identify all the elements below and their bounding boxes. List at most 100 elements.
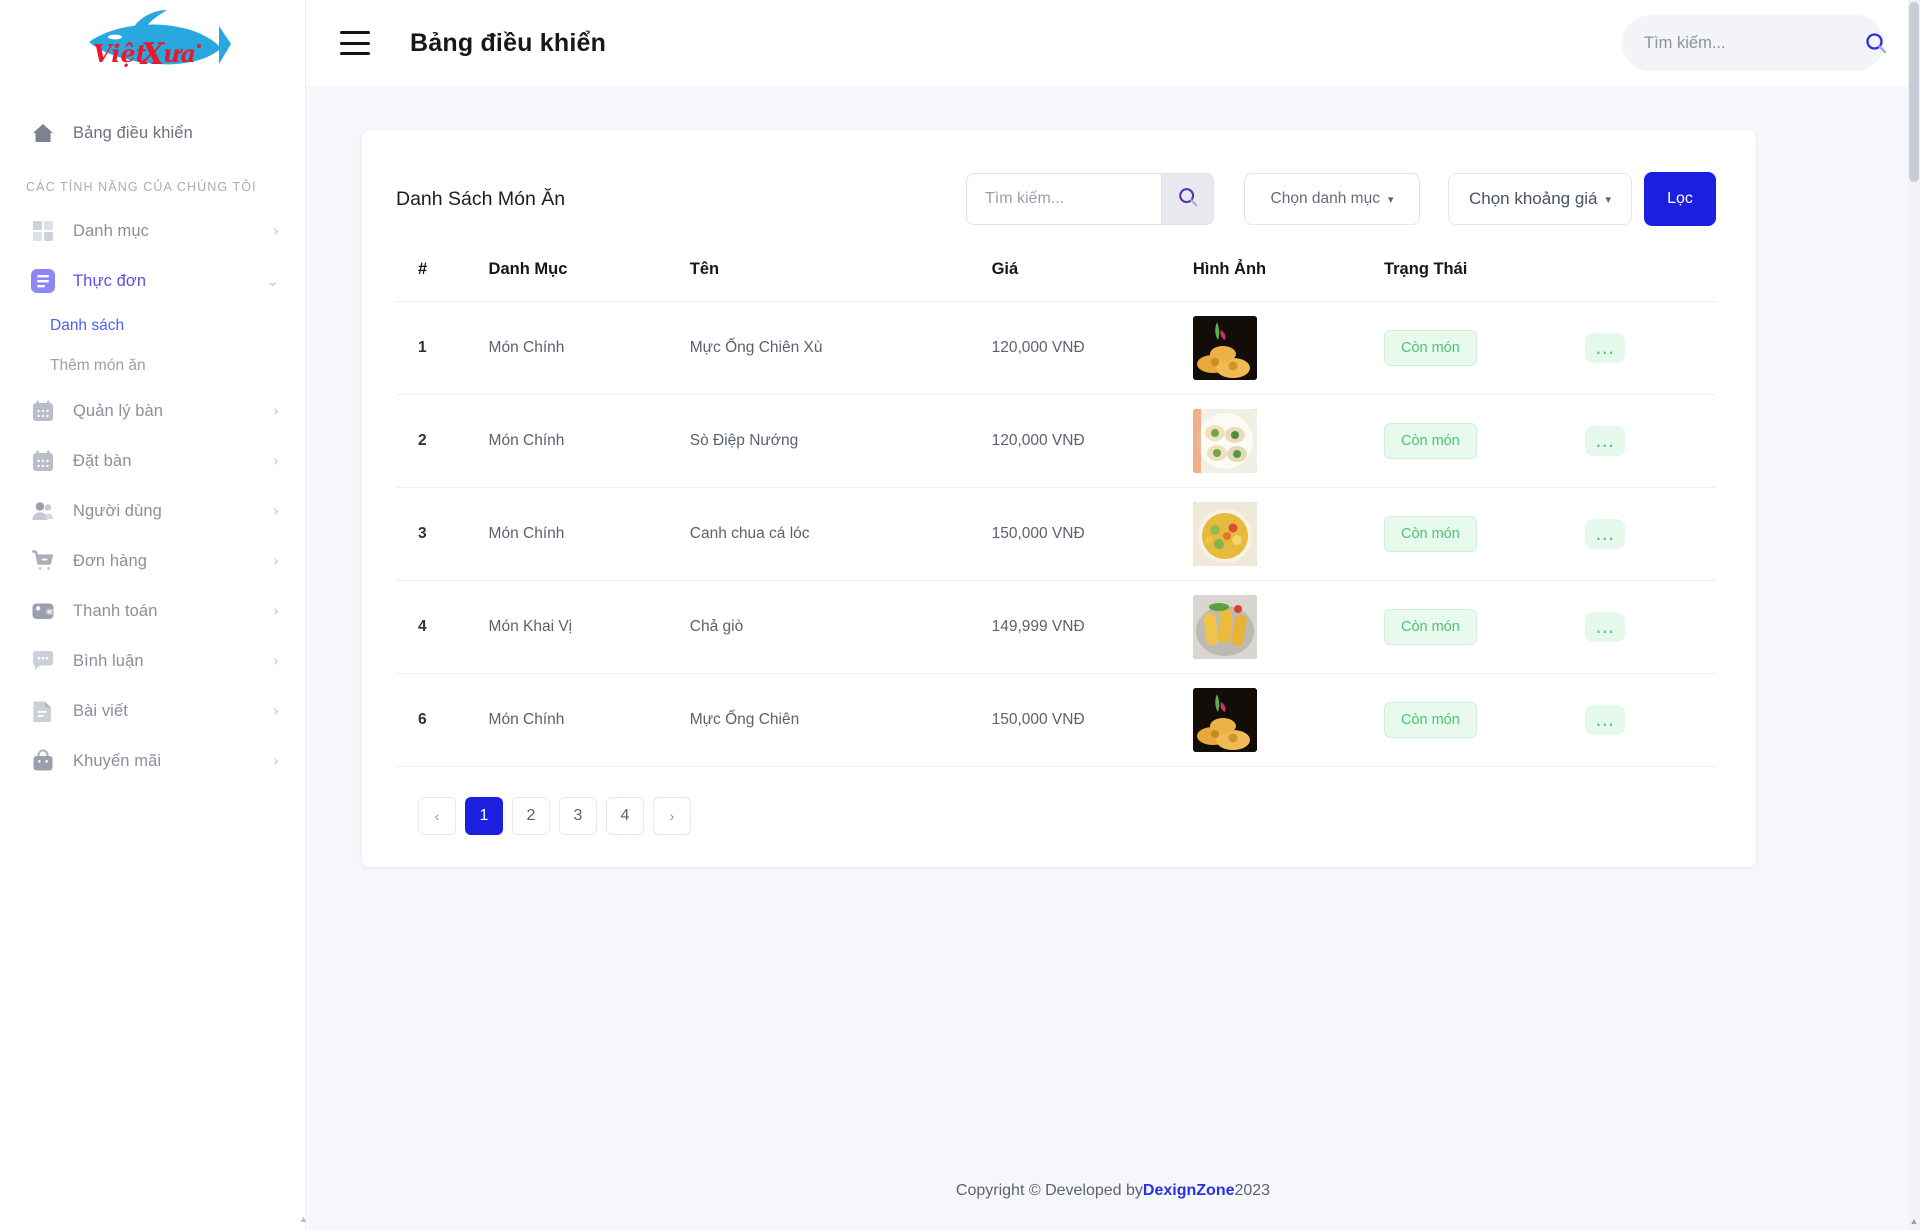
dish-thumbnail[interactable] xyxy=(1192,409,1257,473)
cell-status: Còn món xyxy=(1383,394,1586,488)
chevron-right-icon: › xyxy=(273,401,279,420)
status-badge: Còn món xyxy=(1383,330,1477,366)
users-icon xyxy=(30,498,56,524)
pagination-page-2[interactable]: 2 xyxy=(512,797,550,835)
col-header-image: Hình Ảnh xyxy=(1192,250,1384,302)
sidebar: Việt X ưa Bảng điều khiển CÁC TÍNH NĂNG … xyxy=(0,0,309,1230)
cell-index: 2 xyxy=(396,394,489,488)
col-header-actions xyxy=(1585,250,1716,302)
content-area: Danh Sách Món Ăn Tìm kiếm... Chọn danh m… xyxy=(306,86,1920,1230)
sidebar-item-bai-viet[interactable]: Bài viết › xyxy=(0,686,305,736)
scrollbar-thumb[interactable] xyxy=(1909,2,1919,182)
home-icon xyxy=(30,120,56,146)
dish-thumbnail[interactable] xyxy=(1192,316,1257,380)
sidebar-item-thanh-toan[interactable]: Thanh toán › xyxy=(0,586,305,636)
chevron-right-icon: › xyxy=(273,651,279,670)
dish-thumbnail[interactable] xyxy=(1192,595,1257,659)
table-wrap: # Danh Mục Tên Giá Hình Ảnh Trạng Thái 1… xyxy=(362,250,1756,841)
app-root: Việt X ưa Bảng điều khiển CÁC TÍNH NĂNG … xyxy=(0,0,1920,1230)
table-row[interactable]: 3 Món Chính Canh chua cá lóc 150,000 VNĐ xyxy=(396,487,1716,581)
header-search[interactable] xyxy=(1622,15,1887,71)
sidebar-item-label: Bài viết xyxy=(73,701,128,720)
chevron-right-icon: › xyxy=(273,451,279,470)
col-header-status: Trạng Thái xyxy=(1383,250,1586,302)
cell-name: Sò Điệp Nướng xyxy=(689,394,992,488)
sidebar-item-nguoi-dung[interactable]: Người dùng › xyxy=(0,486,305,536)
page-scrollbar[interactable]: ▲ xyxy=(1908,0,1920,1230)
footer-prefix: Copyright © Developed by xyxy=(955,1182,1143,1199)
sidebar-item-label: Đặt bàn xyxy=(73,451,132,470)
table-row[interactable]: 6 Món Chính Mực Ống Chiên 150,000 VNĐ Cò… xyxy=(396,673,1716,767)
scrollbar-down-arrow[interactable]: ▲ xyxy=(1909,1216,1919,1226)
table-row[interactable]: 1 Món Chính Mực Ống Chiên Xù 120,000 VNĐ xyxy=(396,301,1716,395)
search-input[interactable] xyxy=(1644,33,1864,53)
top-bar: Bảng điều khiển xyxy=(306,0,1920,86)
cell-category: Món Chính xyxy=(488,487,690,581)
dish-search-button[interactable] xyxy=(1162,173,1214,225)
card-title: Danh Sách Món Ăn xyxy=(396,187,566,210)
sidebar-item-binh-luan[interactable]: Bình luận › xyxy=(0,636,305,686)
sidebar-item-dashboard[interactable]: Bảng điều khiển xyxy=(0,108,305,158)
footer-link[interactable]: DexignZone xyxy=(1143,1182,1235,1200)
col-header-category: Danh Mục xyxy=(488,250,690,302)
dish-search-field[interactable] xyxy=(966,173,1162,225)
category-select-label: Chọn danh mục xyxy=(1270,190,1380,207)
cell-price: 149,999 VNĐ xyxy=(991,580,1193,674)
sidebar-item-thuc-don[interactable]: Thực đơn ⌄ xyxy=(0,256,305,306)
dish-thumbnail[interactable] xyxy=(1192,502,1257,566)
status-badge: Còn món xyxy=(1383,609,1477,645)
sidebar-nav: Bảng điều khiển CÁC TÍNH NĂNG CỦA CHÚNG … xyxy=(0,86,305,786)
main-area: Bảng điều khiển Danh Sách Món Ăn xyxy=(306,0,1920,1230)
filter-button[interactable]: Lọc xyxy=(1644,172,1716,226)
status-badge: Còn món xyxy=(1383,702,1477,738)
hamburger-icon[interactable] xyxy=(340,31,370,55)
sidebar-item-dat-ban[interactable]: Đặt bàn › xyxy=(0,436,305,486)
table-row[interactable]: 2 Món Chính Sò Điệp Nướng 120,000 VNĐ Cò… xyxy=(396,394,1716,488)
chevron-right-icon: › xyxy=(273,221,279,240)
sidebar-scroll-arrow[interactable]: ▲ xyxy=(299,1214,309,1224)
dish-search-input[interactable] xyxy=(985,190,1143,208)
price-range-select[interactable]: Chọn khoảng giá ▾ xyxy=(1448,173,1632,225)
sidebar-subitem-them-mon-an[interactable]: Thêm món ăn xyxy=(0,346,305,386)
cell-category: Món Chính xyxy=(488,301,690,395)
row-actions-button[interactable]: … xyxy=(1585,519,1626,549)
cell-image xyxy=(1192,580,1384,674)
row-actions-button[interactable]: … xyxy=(1585,612,1626,642)
col-header-index: # xyxy=(396,250,489,302)
pagination-prev[interactable]: ‹ xyxy=(418,797,456,835)
vietxua-fish-logo-icon: Việt X ưa xyxy=(88,10,231,72)
chevron-down-icon: ▾ xyxy=(1605,193,1612,206)
row-actions-button[interactable]: … xyxy=(1585,705,1626,735)
wallet-icon xyxy=(30,598,56,624)
cell-name: Chả giò xyxy=(689,580,992,674)
sidebar-item-quan-ly-ban[interactable]: Quản lý bàn › xyxy=(0,386,305,436)
pagination-page-1[interactable]: 1 xyxy=(465,797,503,835)
pagination-page-3[interactable]: 3 xyxy=(559,797,597,835)
table-row[interactable]: 4 Món Khai Vị Chả giò 149,999 VNĐ Còn mó… xyxy=(396,580,1716,674)
cell-name: Canh chua cá lóc xyxy=(689,487,992,581)
search-icon[interactable] xyxy=(1864,31,1888,55)
sidebar-subitem-danh-sach[interactable]: Danh sách xyxy=(0,306,305,346)
brand-logo[interactable]: Việt X ưa xyxy=(0,0,305,86)
calendar-icon xyxy=(30,448,56,474)
pagination-next[interactable]: › xyxy=(653,797,691,835)
svg-text:ưa: ưa xyxy=(163,39,196,68)
row-actions-button[interactable]: … xyxy=(1585,333,1626,363)
sidebar-item-khuyen-mai[interactable]: Khuyến mãi › xyxy=(0,736,305,786)
card-header: Danh Sách Món Ăn Tìm kiếm... Chọn danh m… xyxy=(362,130,1756,250)
pagination-page-4[interactable]: 4 xyxy=(606,797,644,835)
pagination: ‹ 1 2 3 4 › xyxy=(396,767,1716,841)
dish-thumbnail[interactable] xyxy=(1192,688,1257,752)
sidebar-submenu-thuc-don: Danh sách Thêm món ăn xyxy=(0,306,305,386)
category-select[interactable]: Chọn danh mục ▾ xyxy=(1244,173,1420,225)
sidebar-item-danh-muc[interactable]: Danh mục › xyxy=(0,206,305,256)
sidebar-item-don-hang[interactable]: Đơn hàng › xyxy=(0,536,305,586)
row-actions-button[interactable]: … xyxy=(1585,426,1626,456)
menu-list-icon xyxy=(30,268,56,294)
comment-icon xyxy=(30,648,56,674)
footer: Copyright © Developed by DexignZone 2023 xyxy=(306,1152,1920,1230)
footer-suffix: 2023 xyxy=(1234,1182,1271,1199)
cell-category: Món Chính xyxy=(488,673,690,767)
cell-image xyxy=(1192,394,1384,488)
cart-icon xyxy=(30,548,56,574)
